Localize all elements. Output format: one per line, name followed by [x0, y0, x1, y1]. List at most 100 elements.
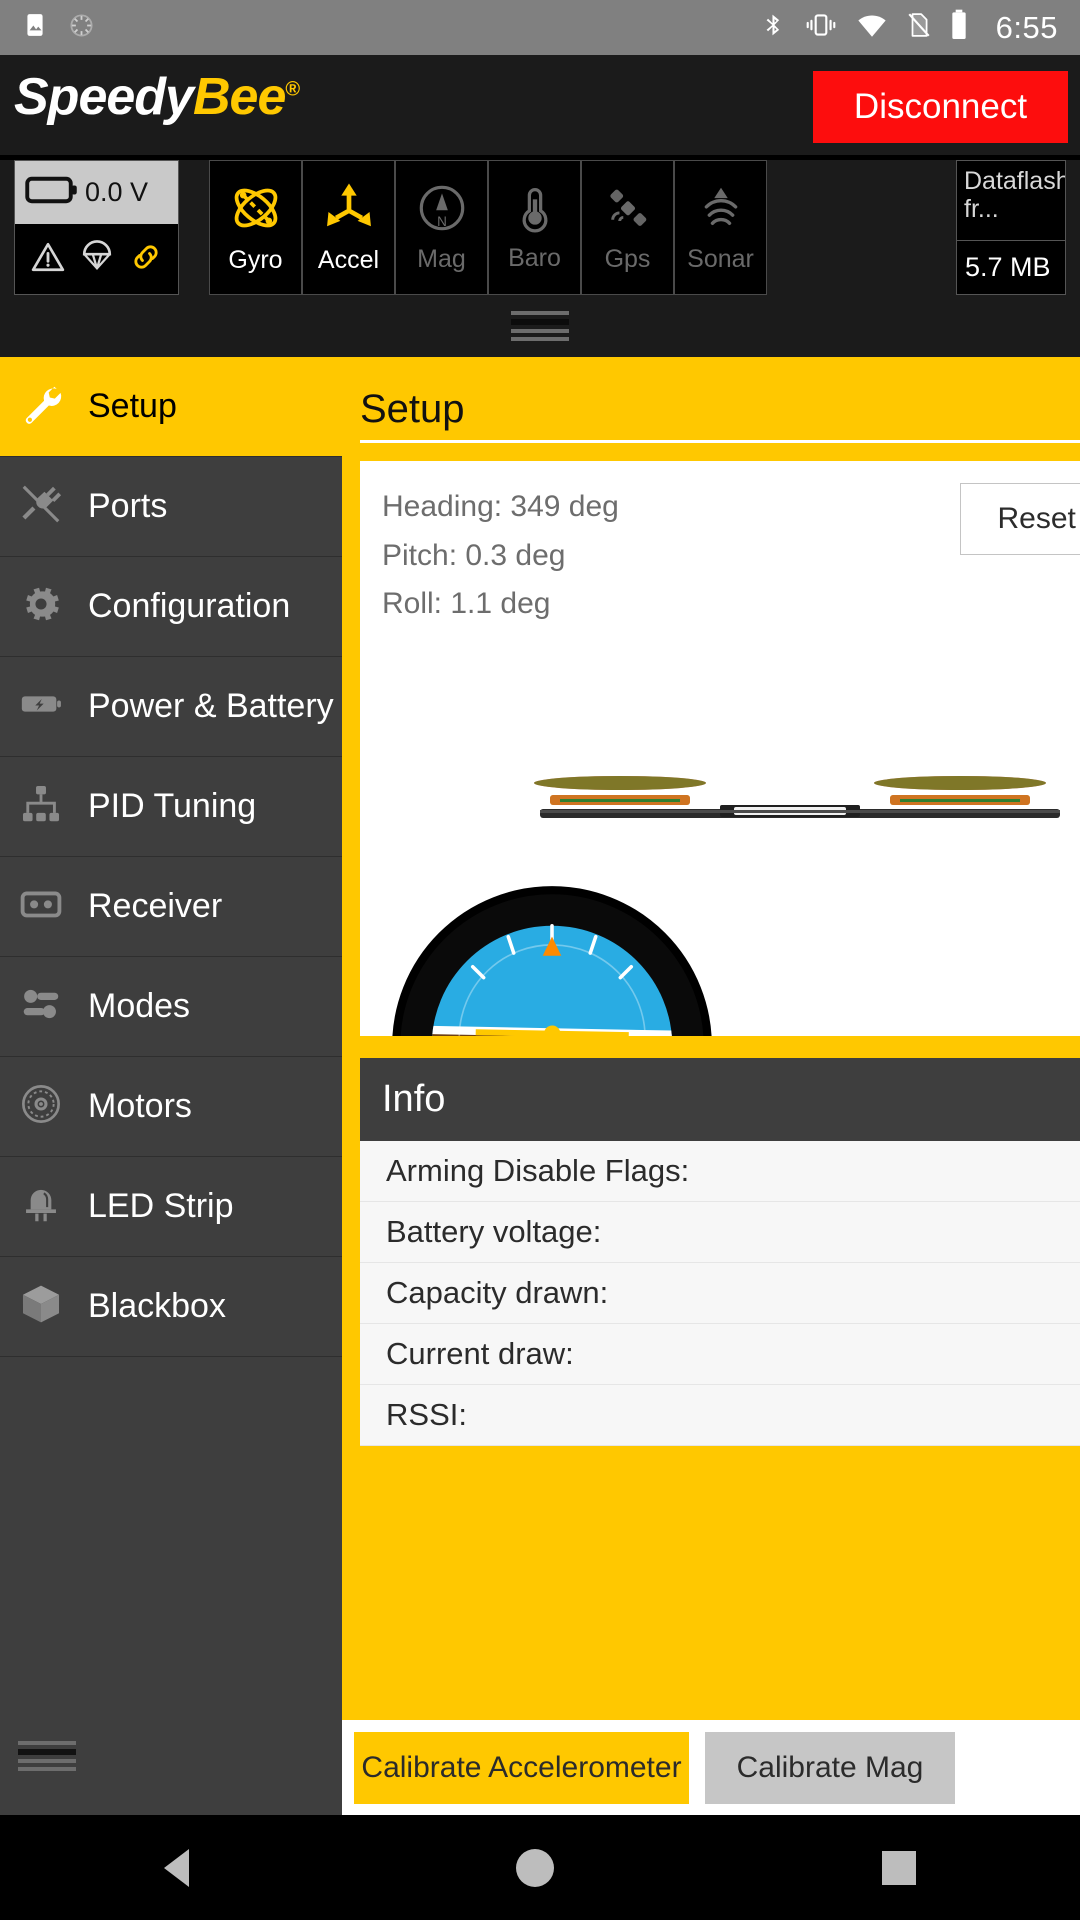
sidebar-item-power-battery[interactable]: Power & Battery	[0, 657, 342, 757]
handle-line	[18, 1767, 76, 1771]
svg-text:N: N	[437, 214, 447, 229]
battery-flags-row	[15, 224, 178, 294]
status-right-icons: 6:55	[761, 9, 1058, 46]
sensor-label-gyro: Gyro	[228, 246, 283, 274]
gear-icon	[18, 581, 64, 632]
info-label: Arming Disable Flags:	[386, 1153, 690, 1188]
hierarchy-icon	[18, 781, 64, 832]
sidebar-item-receiver[interactable]: Receiver	[0, 857, 342, 957]
info-row-current-draw: Current draw:	[360, 1324, 1080, 1385]
home-icon[interactable]	[516, 1848, 555, 1887]
handle-line	[511, 311, 569, 315]
plug-icon	[18, 481, 64, 532]
sync-spinner-icon	[68, 12, 95, 44]
sensor-tile-accel[interactable]: Accel	[302, 160, 395, 295]
sensor-tile-baro[interactable]: Baro	[488, 160, 581, 295]
handle-line	[511, 329, 569, 333]
sensor-tile-gyro[interactable]: Gyro	[209, 160, 302, 295]
calibrate-accelerometer-button[interactable]: Calibrate Accelerometer	[354, 1731, 689, 1804]
info-card: Info Arming Disable Flags: Battery volta…	[360, 1058, 1080, 1446]
sensor-label-mag: Mag	[417, 245, 466, 273]
battery-icon	[950, 9, 968, 46]
sidebar-label-configuration: Configuration	[88, 587, 291, 625]
recent-apps-icon[interactable]	[882, 1850, 917, 1885]
status-clock: 6:55	[995, 9, 1058, 45]
roll-value: Roll: 1.1 deg	[382, 587, 551, 621]
battery-voltage-row: 0.0 V	[15, 161, 178, 224]
sidebar-item-blackbox[interactable]: Blackbox	[0, 1257, 342, 1357]
sidebar-drag-handle[interactable]	[18, 1737, 76, 1775]
sensor-label-accel: Accel	[317, 246, 380, 274]
sensor-tile-sonar[interactable]: Sonar	[674, 160, 767, 295]
attitude-readout: Heading: 349 deg Pitch: 0.3 deg Roll: 1.…	[382, 483, 619, 629]
sidebar-item-configuration[interactable]: Configuration	[0, 557, 342, 657]
info-row-capacity-drawn: Capacity drawn:	[360, 1263, 1080, 1324]
info-card-title: Info	[360, 1058, 1080, 1141]
image-icon	[22, 12, 48, 43]
reset-z-button[interactable]: Reset Z	[960, 483, 1080, 555]
dataflash-tile[interactable]: Dataflash fr... 5.7 MB	[956, 160, 1066, 295]
navigation-sidebar: Setup Ports Configuration Power & Batter…	[0, 357, 342, 1815]
app-root: 6:55 SpeedyBee® Disconnect 0.0 V Gyro Ac…	[0, 0, 1080, 1920]
sidebar-label-pid-tuning: PID Tuning	[88, 787, 257, 825]
sidebar-label-led-strip: LED Strip	[88, 1187, 234, 1225]
handle-line	[18, 1759, 76, 1763]
sensor-label-gps: Gps	[604, 245, 651, 273]
action-button-bar: Calibrate Accelerometer Calibrate Mag	[342, 1720, 1080, 1815]
handle-line	[18, 1741, 76, 1745]
disconnect-button[interactable]: Disconnect	[813, 71, 1068, 143]
info-label: Capacity drawn:	[386, 1275, 609, 1310]
speedybee-logo: SpeedyBee®	[14, 67, 300, 127]
sidebar-item-ports[interactable]: Ports	[0, 457, 342, 557]
vibrate-icon	[804, 10, 838, 45]
led-icon	[18, 1181, 64, 1232]
info-row-battery-voltage: Battery voltage:	[360, 1202, 1080, 1263]
sidebar-label-setup: Setup	[88, 387, 177, 425]
title-divider	[360, 440, 1080, 443]
link-icon[interactable]	[129, 240, 163, 279]
gyro-icon	[228, 180, 284, 241]
sidebar-label-ports: Ports	[88, 487, 168, 525]
heading-value: Heading: 349 deg	[382, 490, 619, 523]
dataflash-value: 5.7 MB	[957, 240, 1065, 294]
handle-line	[18, 1749, 76, 1755]
sidebar-item-motors[interactable]: Motors	[0, 1057, 342, 1157]
calibrate-mag-button[interactable]: Calibrate Mag	[705, 1731, 955, 1804]
sensor-tile-mag[interactable]: N Mag	[395, 160, 488, 295]
sidebar-label-power-battery: Power & Battery	[88, 687, 334, 725]
sensor-tile-gps[interactable]: Gps	[581, 160, 674, 295]
main-content: Setup Heading: 349 deg Pitch: 0.3 deg Ro…	[342, 357, 1080, 1815]
back-icon[interactable]	[163, 1848, 189, 1887]
sensor-label-baro: Baro	[508, 244, 561, 272]
propeller-icon	[18, 1081, 64, 1132]
box-icon	[18, 1281, 64, 1332]
battery-voltage-value: 0.0 V	[85, 177, 149, 207]
info-label: RSSI:	[386, 1397, 467, 1432]
sidebar-label-receiver: Receiver	[88, 887, 223, 925]
page-title: Setup	[360, 387, 465, 431]
sensor-label-sonar: Sonar	[687, 245, 754, 273]
sim-off-icon	[906, 10, 932, 45]
handle-line	[511, 337, 569, 341]
sensor-tiles: Gyro Accel N Mag Baro Gps Sonar	[209, 160, 767, 295]
accel-icon	[321, 180, 377, 241]
info-row-arming-flags: Arming Disable Flags:	[360, 1141, 1080, 1202]
sidebar-item-modes[interactable]: Modes	[0, 957, 342, 1057]
sidebar-label-blackbox: Blackbox	[88, 1287, 226, 1325]
warning-icon[interactable]	[31, 240, 65, 279]
wifi-icon	[856, 12, 888, 43]
parachute-icon[interactable]	[80, 239, 114, 279]
sidebar-item-led-strip[interactable]: LED Strip	[0, 1157, 342, 1257]
sidebar-item-pid-tuning[interactable]: PID Tuning	[0, 757, 342, 857]
sonar-icon	[694, 181, 748, 240]
thermometer-icon	[509, 182, 561, 239]
info-label: Current draw:	[386, 1336, 574, 1371]
drag-handle-lines	[511, 307, 569, 345]
sidebar-item-setup[interactable]: Setup	[0, 357, 342, 457]
battery-tile[interactable]: 0.0 V	[14, 160, 179, 295]
compass-icon: N	[415, 181, 469, 240]
panel-drag-handle[interactable]	[0, 295, 1080, 357]
attitude-card: Heading: 349 deg Pitch: 0.3 deg Roll: 1.…	[360, 461, 1080, 1036]
sidebar-label-modes: Modes	[88, 987, 191, 1025]
status-left-icons	[22, 12, 95, 44]
